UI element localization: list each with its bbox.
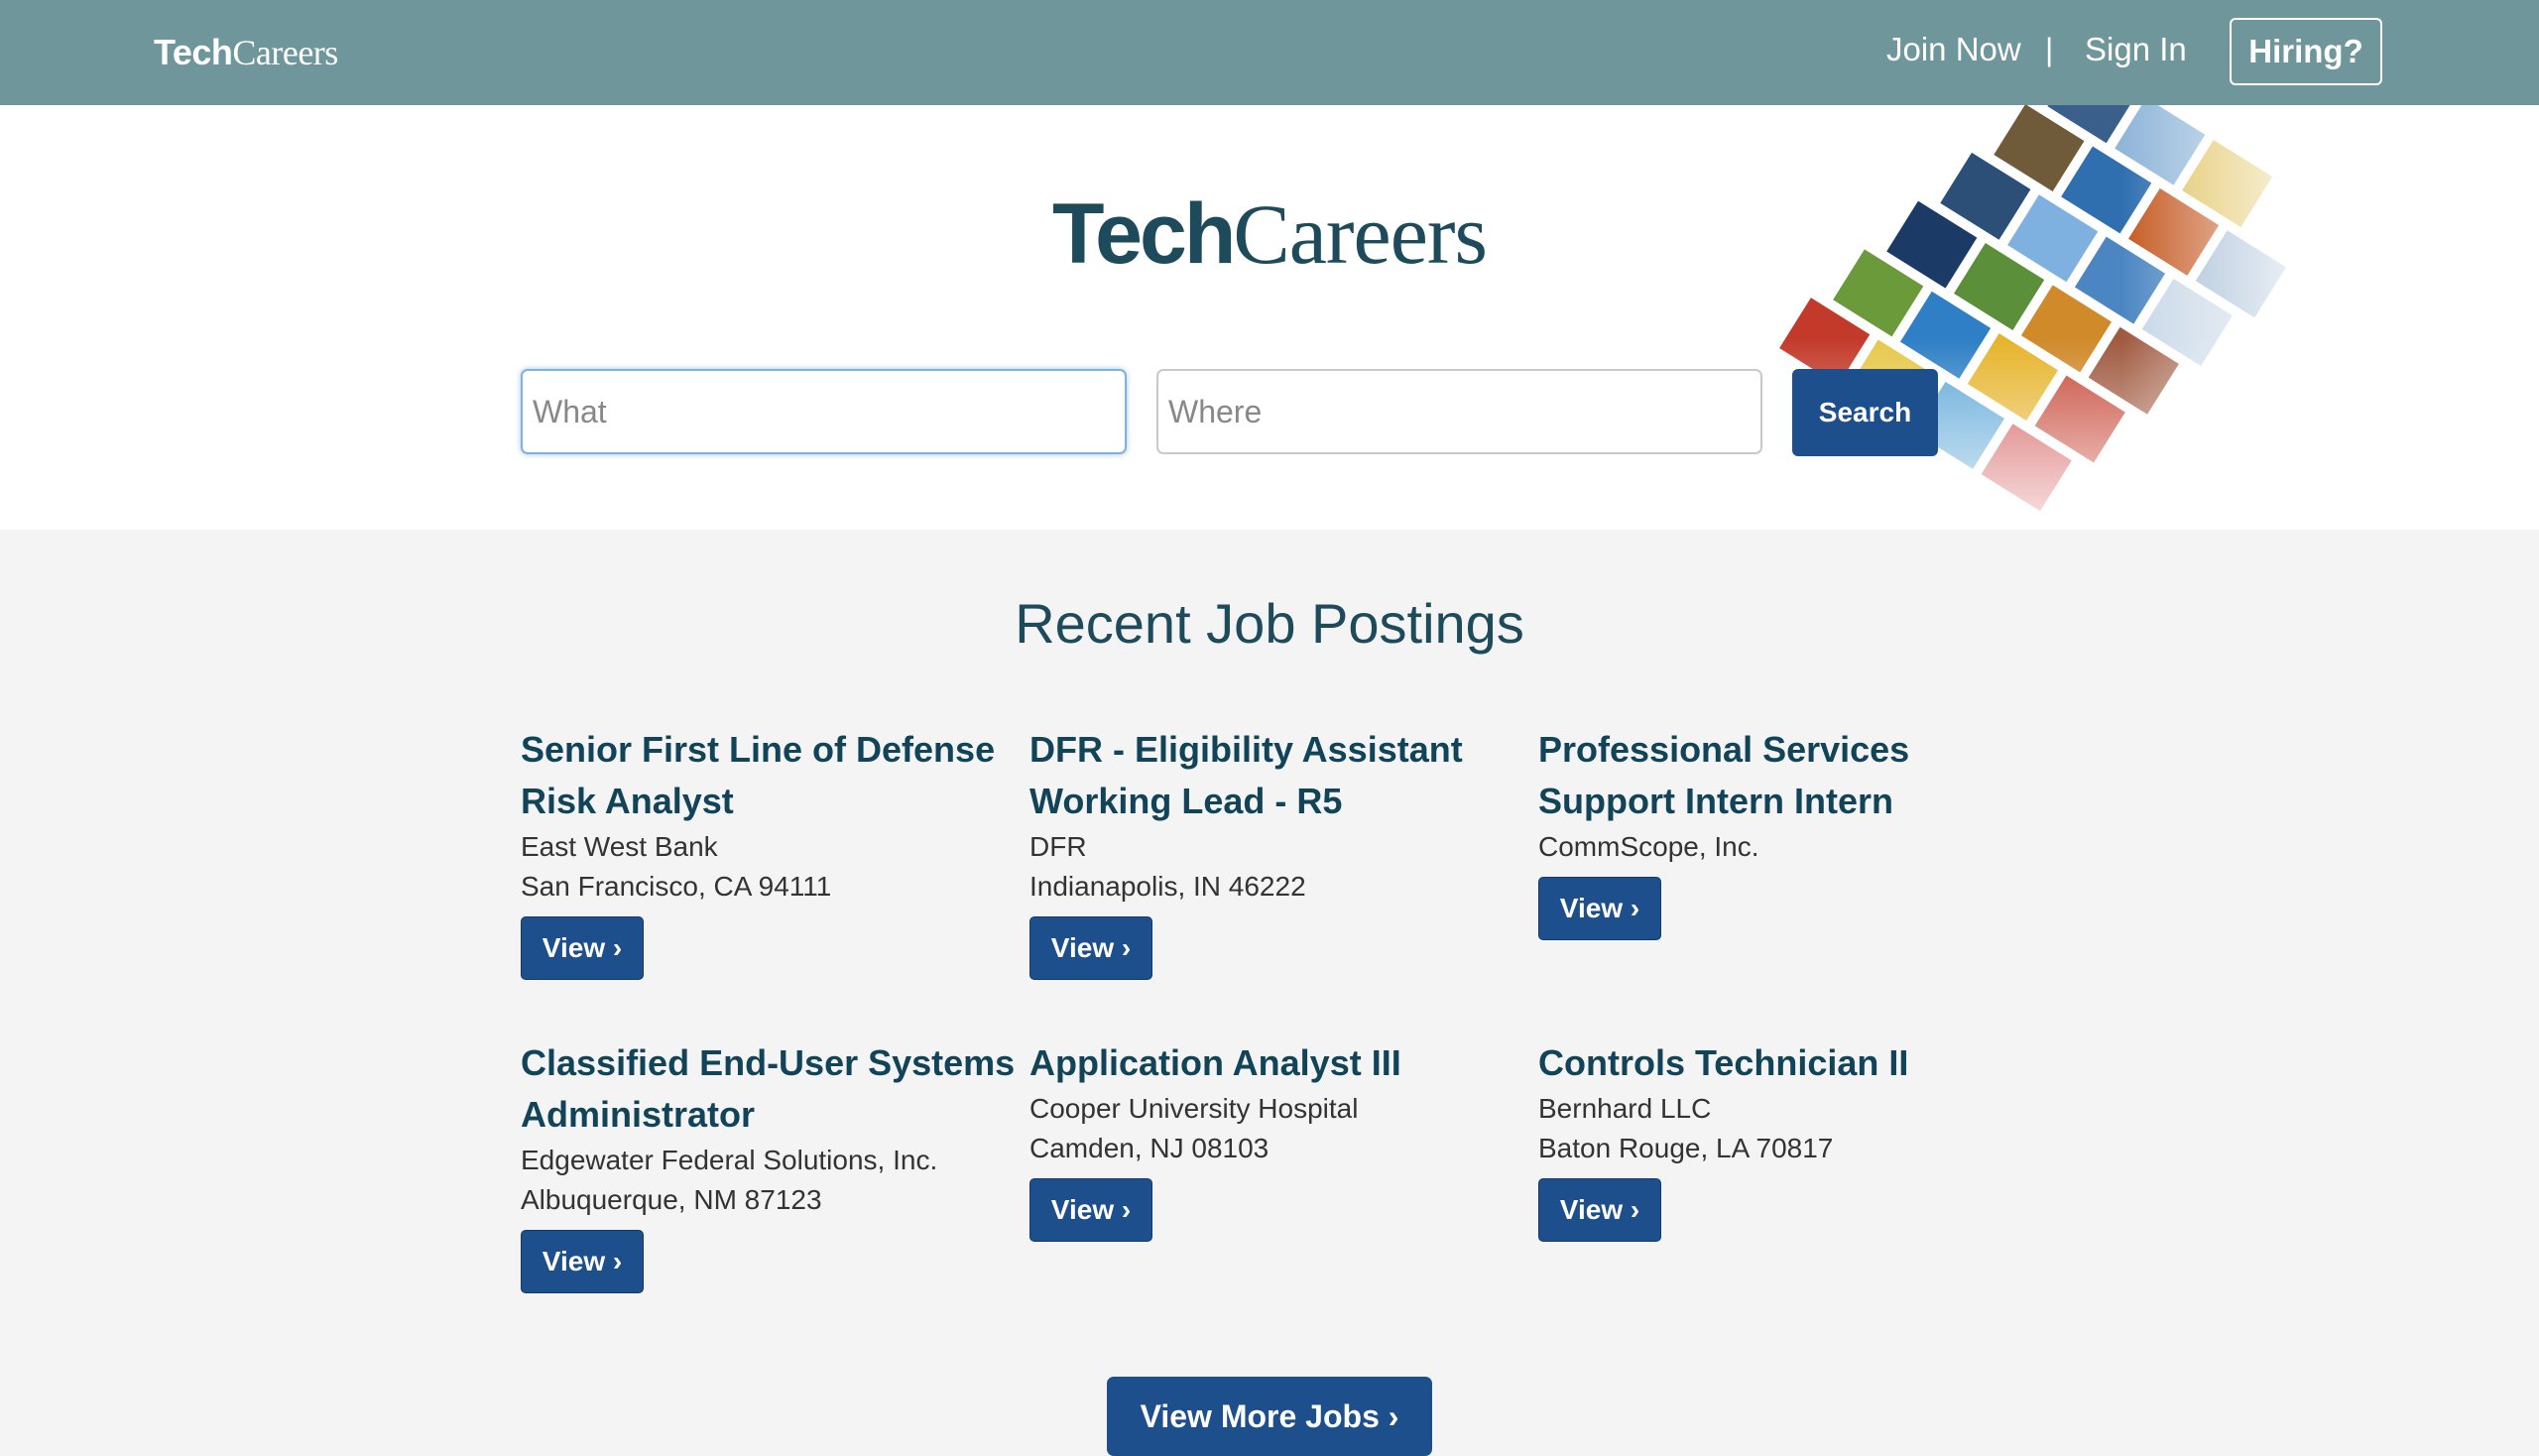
sign-in-link[interactable]: Sign In — [2085, 30, 2187, 69]
top-nav-bar: TechCareers Join Now | Sign In Hiring? — [0, 0, 2539, 105]
job-company: East West Bank — [521, 831, 718, 862]
job-company: DFR — [1029, 831, 1087, 862]
logo-tech-text: Tech — [154, 32, 233, 72]
nav-separator: | — [2045, 32, 2054, 67]
logo-careers-text: Careers — [232, 33, 338, 72]
hero-logo-tech: Tech — [1052, 186, 1236, 282]
job-card: Application Analyst III Cooper Universit… — [1029, 1037, 1525, 1242]
job-company: Edgewater Federal Solutions, Inc. — [521, 1145, 938, 1175]
hero-logo-careers: Careers — [1233, 186, 1488, 282]
view-job-button[interactable]: View › — [1029, 916, 1152, 980]
view-job-button[interactable]: View › — [521, 1230, 644, 1293]
view-job-button[interactable]: View › — [1538, 877, 1661, 940]
job-title[interactable]: Application Analyst III — [1029, 1037, 1525, 1089]
hero-photo-collage — [1746, 105, 2341, 530]
job-location: Camden, NJ 08103 — [1029, 1133, 1270, 1163]
job-location: San Francisco, CA 94111 — [521, 871, 832, 902]
job-title[interactable]: DFR - Eligibility Assistant Working Lead… — [1029, 724, 1525, 827]
job-location: Baton Rouge, LA 70817 — [1538, 1133, 1834, 1163]
job-location: Albuquerque, NM 87123 — [521, 1184, 822, 1215]
job-title[interactable]: Professional Services Support Intern Int… — [1538, 724, 2034, 827]
hero-logo: TechCareers — [0, 184, 2539, 284]
job-card: Senior First Line of Defense Risk Analys… — [521, 724, 1017, 980]
view-more-jobs-button[interactable]: View More Jobs › — [1107, 1377, 1432, 1456]
hero-section: TechCareers Search — [0, 105, 2539, 530]
job-card: Classified End-User Systems Administrato… — [521, 1037, 1017, 1293]
job-card: DFR - Eligibility Assistant Working Lead… — [1029, 724, 1525, 980]
recent-jobs-heading: Recent Job Postings — [1015, 592, 1524, 655]
job-title[interactable]: Classified End-User Systems Administrato… — [521, 1037, 1017, 1141]
job-company: CommScope, Inc. — [1538, 831, 1759, 862]
job-card: Controls Technician II Bernhard LLC Bato… — [1538, 1037, 2034, 1242]
search-button[interactable]: Search — [1792, 369, 1938, 456]
job-card: Professional Services Support Intern Int… — [1538, 724, 2034, 940]
hiring-button[interactable]: Hiring? — [2230, 18, 2382, 85]
job-company: Bernhard LLC — [1538, 1093, 1712, 1124]
job-location: Indianapolis, IN 46222 — [1029, 871, 1306, 902]
job-company: Cooper University Hospital — [1029, 1093, 1359, 1124]
view-job-button[interactable]: View › — [1538, 1178, 1661, 1242]
view-job-button[interactable]: View › — [1029, 1178, 1152, 1242]
search-bar: Search — [0, 363, 2539, 456]
what-search-input[interactable] — [521, 369, 1127, 454]
view-job-button[interactable]: View › — [521, 916, 644, 980]
where-search-input[interactable] — [1156, 369, 1762, 454]
site-logo[interactable]: TechCareers — [154, 32, 338, 73]
job-title[interactable]: Controls Technician II — [1538, 1037, 2034, 1089]
join-now-link[interactable]: Join Now — [1886, 30, 2021, 69]
job-title[interactable]: Senior First Line of Defense Risk Analys… — [521, 724, 1017, 827]
